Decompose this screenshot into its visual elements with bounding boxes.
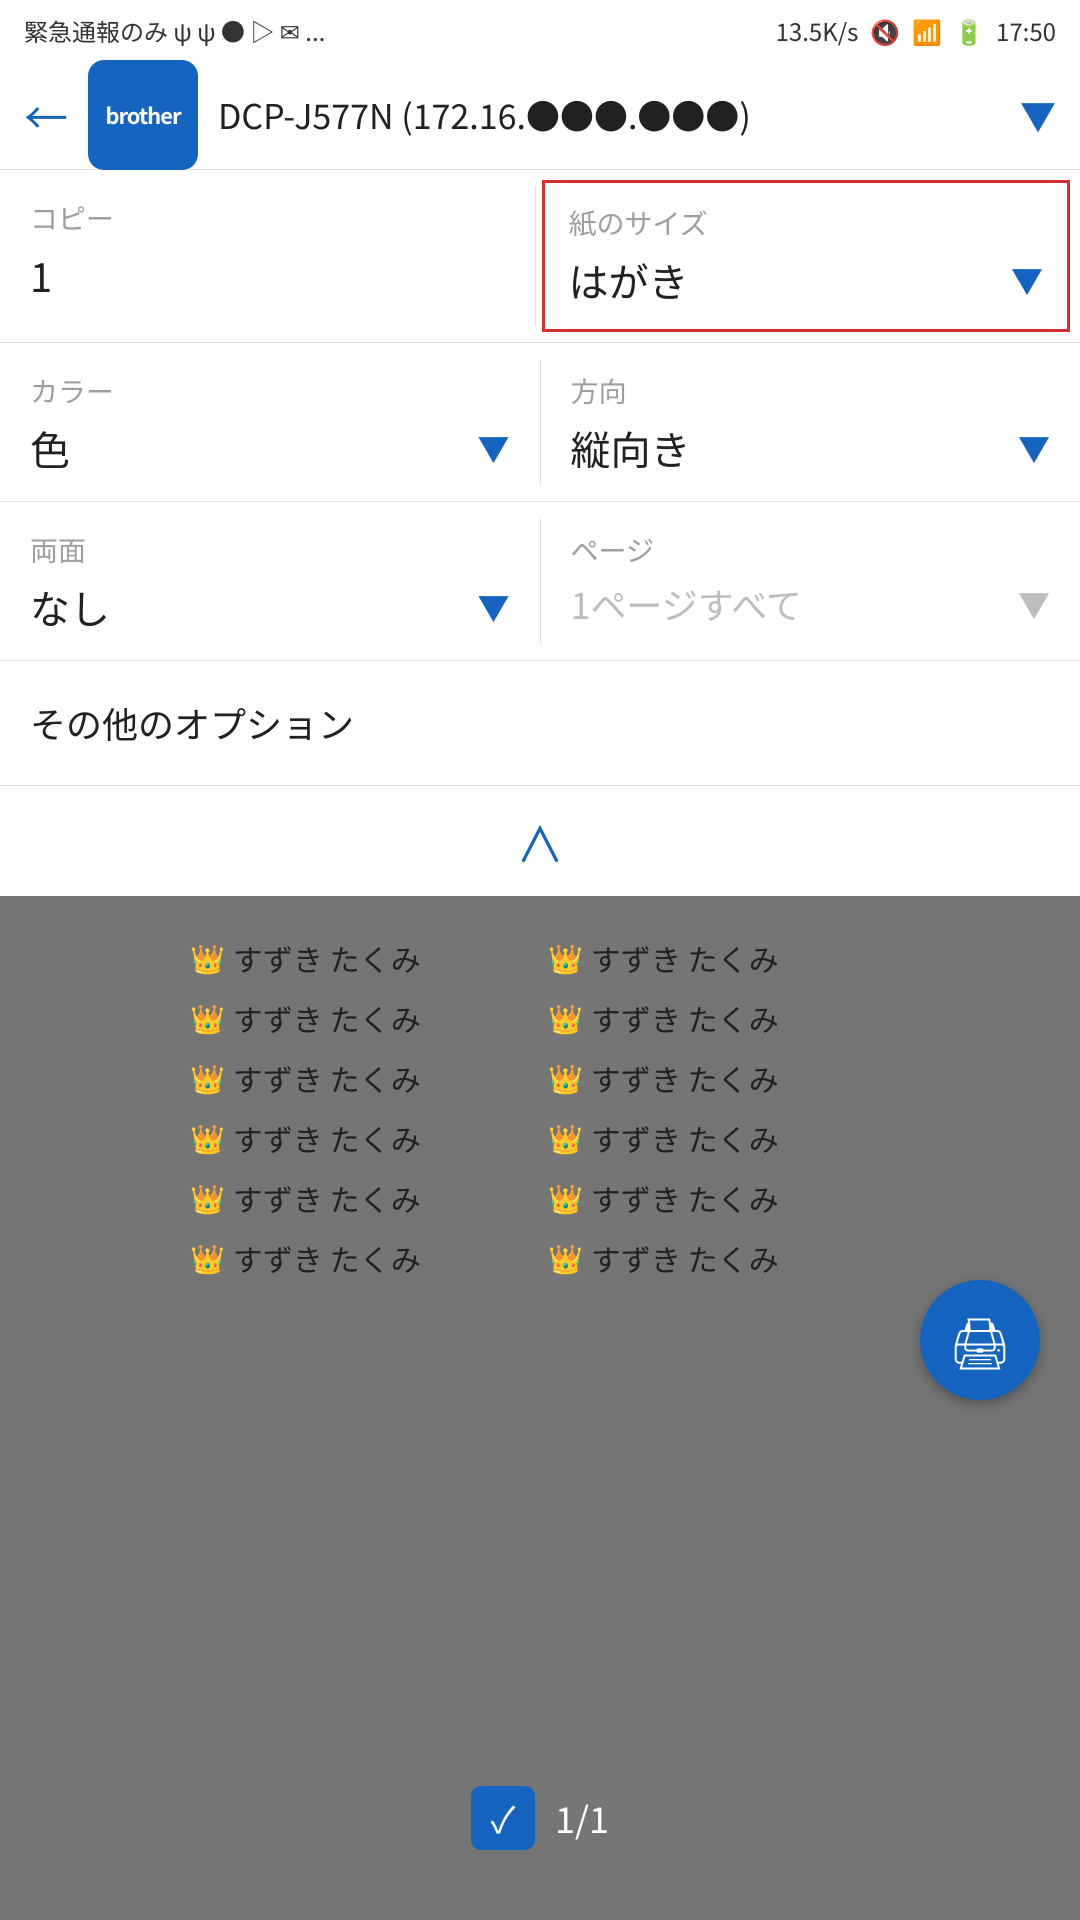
chevron-up-row: ∧ (0, 786, 1080, 896)
list-item: 👑 すずき たくみ (548, 1056, 890, 1100)
printer-dropdown-arrow[interactable]: ▼ (1020, 89, 1056, 141)
status-bar: 緊急通報のみ ψ ψ ● ▷ ✉ ... 13.5K/s 🔇 📶 🔋 17:50 (0, 0, 1080, 60)
main-content: ← brother DCP-J577N (172.16.●●●.●●●) ▼ コ… (0, 60, 1080, 1920)
other-options-label: その他のオプション (30, 697, 354, 749)
wifi-icon: 📶 (912, 13, 942, 48)
list-item: 👑 すずき たくみ (548, 936, 890, 980)
duplex-cell[interactable]: 両面 なし ▼ (0, 502, 540, 660)
preview-area: 👑 すずき たくみ 👑 すずき たくみ 👑 すずき たくみ 👑 すずき たくみ … (0, 896, 1080, 1920)
mute-icon: 🔇 (870, 13, 900, 48)
options-row-1: コピー 1 紙のサイズ はがき ▼ (0, 170, 1080, 343)
clock: 17:50 (996, 13, 1056, 48)
network-speed: 13.5K/s (776, 13, 859, 48)
status-left: 緊急通報のみ ψ ψ ● ▷ ✉ ... (24, 13, 325, 48)
page-check-button[interactable]: ✓ (471, 1786, 535, 1850)
color-cell[interactable]: カラー 色 ▼ (0, 343, 540, 501)
copy-value: 1 (30, 246, 505, 304)
crown-icon: 👑 (548, 1058, 583, 1098)
copy-label: コピー (30, 198, 505, 238)
crown-icon: 👑 (190, 1058, 225, 1098)
list-item: 👑 すずき たくみ (548, 1236, 890, 1280)
list-item: 👑 すずき たくみ (190, 1056, 532, 1100)
print-fab[interactable]: 🖨 (920, 1280, 1040, 1400)
back-button[interactable]: ← (24, 83, 68, 147)
list-item: 👑 すずき たくみ (548, 996, 890, 1040)
other-options[interactable]: その他のオプション (0, 661, 1080, 786)
options-row-3: 両面 なし ▼ ページ 1ページすべて ▼ (0, 502, 1080, 661)
paper-size-dropdown-arrow[interactable]: ▼ (1011, 257, 1043, 303)
status-text-left: 緊急通報のみ ψ ψ ● ▷ ✉ ... (24, 13, 325, 48)
crown-icon: 👑 (190, 998, 225, 1038)
list-item: 👑 すずき たくみ (548, 1176, 890, 1220)
print-icon: 🖨 (948, 1304, 1011, 1376)
checkmark-icon: ✓ (491, 1792, 516, 1844)
crown-icon: 👑 (190, 1238, 225, 1278)
list-item: 👑 すずき たくみ (190, 1116, 532, 1160)
preview-grid: 👑 すずき たくみ 👑 すずき たくみ 👑 すずき たくみ 👑 すずき たくみ … (190, 936, 890, 1280)
divider-v-1 (535, 186, 536, 326)
crown-icon: 👑 (548, 1178, 583, 1218)
crown-icon: 👑 (548, 1118, 583, 1158)
app-header: ← brother DCP-J577N (172.16.●●●.●●●) ▼ (0, 60, 1080, 170)
duplex-label: 両面 (30, 530, 510, 570)
direction-cell[interactable]: 方向 縦向き ▼ (541, 343, 1080, 501)
page-indicator-row: ✓ 1/1 (471, 1756, 609, 1880)
list-item: 👑 すずき たくみ (190, 1176, 532, 1220)
status-right: 13.5K/s 🔇 📶 🔋 17:50 (776, 13, 1056, 48)
options-row-2: カラー 色 ▼ 方向 縦向き ▼ (0, 343, 1080, 502)
list-item: 👑 すずき たくみ (548, 1116, 890, 1160)
crown-icon: 👑 (190, 1178, 225, 1218)
page-number: 1/1 (555, 1792, 609, 1844)
crown-icon: 👑 (548, 1238, 583, 1278)
chevron-up-icon[interactable]: ∧ (516, 806, 564, 876)
direction-label: 方向 (571, 371, 1051, 411)
direction-dropdown-arrow[interactable]: ▼ (1018, 425, 1050, 471)
printer-name: DCP-J577N (172.16.●●●.●●●) (218, 90, 1000, 139)
page-value: 1ページすべて ▼ (571, 578, 1051, 630)
crown-icon: 👑 (190, 938, 225, 978)
brother-logo: brother (88, 60, 198, 170)
options-panel: コピー 1 紙のサイズ はがき ▼ カラー 色 ▼ (0, 170, 1080, 896)
paper-size-value: はがき ▼ (569, 251, 1044, 309)
battery-icon: 🔋 (954, 13, 984, 48)
list-item: 👑 すずき たくみ (190, 1236, 532, 1280)
duplex-dropdown-arrow[interactable]: ▼ (477, 584, 509, 630)
page-dropdown-arrow: ▼ (1018, 581, 1050, 627)
page-label: ページ (571, 530, 1051, 570)
color-value: 色 ▼ (30, 419, 510, 477)
list-item: 👑 すずき たくみ (190, 936, 532, 980)
list-item: 👑 すずき たくみ (190, 996, 532, 1040)
copy-cell: コピー 1 (0, 170, 535, 342)
duplex-value: なし ▼ (30, 578, 510, 636)
paper-size-label: 紙のサイズ (569, 203, 1044, 243)
crown-icon: 👑 (548, 938, 583, 978)
color-label: カラー (30, 371, 510, 411)
crown-icon: 👑 (548, 998, 583, 1038)
page-cell: ページ 1ページすべて ▼ (541, 502, 1080, 660)
direction-value: 縦向き ▼ (571, 419, 1051, 477)
color-dropdown-arrow[interactable]: ▼ (477, 425, 509, 471)
paper-size-cell[interactable]: 紙のサイズ はがき ▼ (542, 180, 1071, 332)
crown-icon: 👑 (190, 1118, 225, 1158)
brother-logo-text: brother (105, 99, 180, 131)
